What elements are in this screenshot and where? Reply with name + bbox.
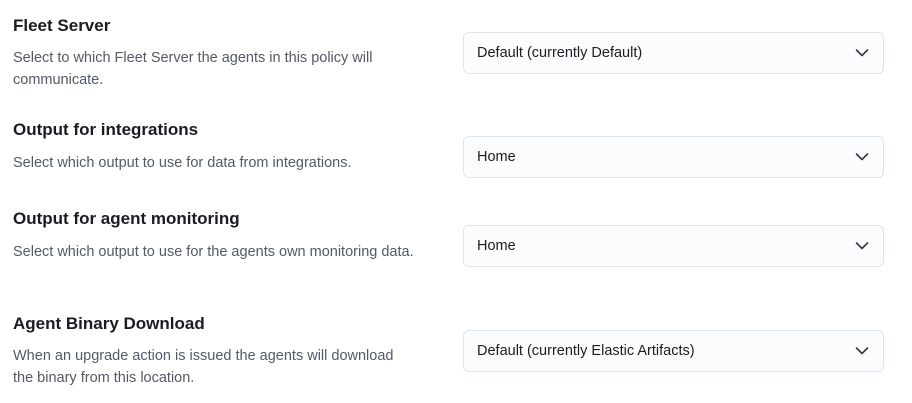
chevron-down-icon (855, 240, 869, 252)
setting-title: Fleet Server (13, 16, 111, 35)
setting-title: Output for integrations (13, 120, 199, 139)
chevron-down-icon (855, 345, 869, 357)
setting-title: Output for agent monitoring (13, 209, 240, 228)
setting-title: Agent Binary Download (13, 314, 205, 333)
output-integrations-select[interactable]: Home (463, 136, 884, 178)
agent-binary-download-select-value: Default (currently Elastic Artifacts) (477, 343, 695, 359)
output-integrations-select-value: Home (477, 149, 516, 165)
setting-description: When an upgrade action is issued the age… (13, 348, 394, 386)
setting-description: Select which output to use for data from… (13, 155, 352, 171)
output-monitoring-select-value: Home (477, 238, 516, 254)
fleet-server-select-value: Default (currently Default) (477, 45, 643, 61)
setting-description: Select to which Fleet Server the agents … (13, 50, 373, 88)
output-monitoring-select[interactable]: Home (463, 225, 884, 267)
chevron-down-icon (855, 47, 869, 59)
agent-binary-download-select[interactable]: Default (currently Elastic Artifacts) (463, 330, 884, 372)
fleet-server-select[interactable]: Default (currently Default) (463, 32, 884, 74)
chevron-down-icon (855, 151, 869, 163)
setting-description: Select which output to use for the agent… (13, 244, 414, 260)
